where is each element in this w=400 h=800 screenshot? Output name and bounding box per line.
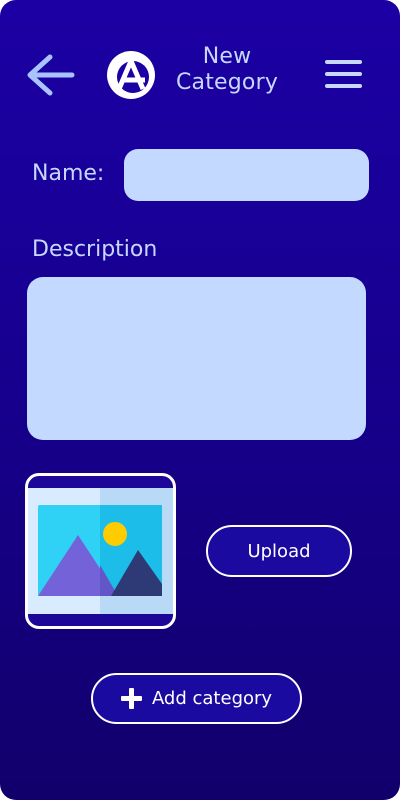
description-label: Description (32, 237, 158, 262)
menu-bar-bottom (325, 84, 362, 88)
menu-bar-middle (325, 72, 362, 76)
upload-button[interactable]: Upload (206, 525, 352, 577)
hamburger-menu-icon[interactable] (325, 60, 363, 88)
page-title: New Category (160, 44, 294, 96)
name-label: Name: (32, 161, 105, 186)
plus-icon (120, 688, 142, 709)
image-placeholder-icon (28, 488, 173, 614)
name-input[interactable] (124, 149, 369, 201)
add-category-button-label: Add category (151, 688, 273, 709)
new-category-screen: New Category Name: Description Upload Ad… (0, 0, 400, 800)
app-logo (105, 49, 157, 101)
page-title-line1: New (202, 44, 252, 69)
image-preview[interactable] (25, 473, 176, 629)
add-category-button[interactable]: Add category (91, 673, 302, 724)
back-arrow-icon[interactable] (24, 52, 76, 98)
menu-bar-top (325, 60, 362, 64)
upload-button-label: Upload (247, 540, 311, 562)
description-textarea[interactable] (27, 277, 366, 440)
page-title-line2: Category (175, 70, 279, 95)
